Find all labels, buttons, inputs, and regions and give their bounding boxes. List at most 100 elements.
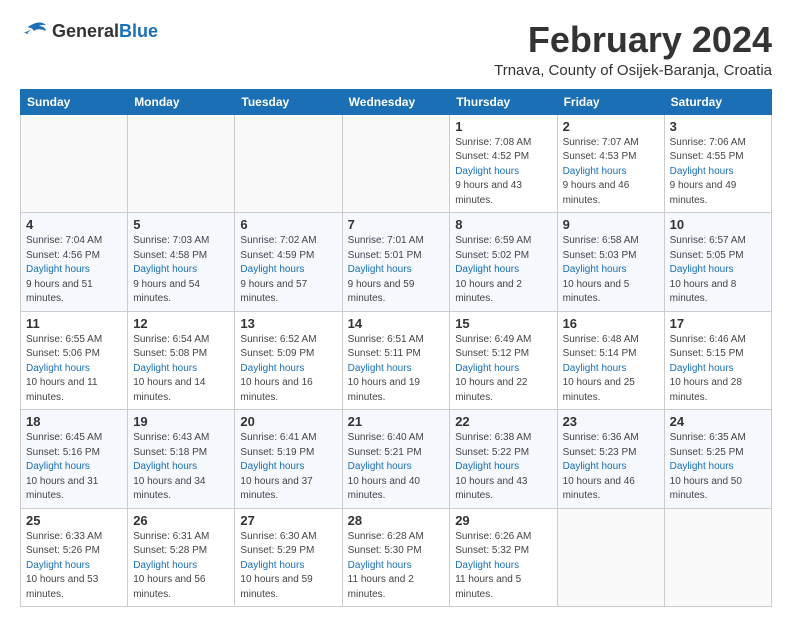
calendar-cell: 2 Sunrise: 7:07 AMSunset: 4:53 PMDaylight… (557, 114, 664, 213)
day-number: 10 (670, 217, 766, 232)
calendar-cell (342, 114, 450, 213)
logo-text: GeneralBlue (52, 21, 158, 42)
day-info: Sunrise: 6:38 AMSunset: 5:22 PMDaylight … (455, 431, 551, 504)
day-number: 16 (563, 316, 659, 331)
logo-bird-icon (20, 20, 48, 42)
day-number: 29 (455, 513, 551, 528)
calendar-cell: 11 Sunrise: 6:55 AMSunset: 5:06 PMDayligh… (21, 311, 128, 410)
day-number: 1 (455, 119, 551, 134)
day-number: 20 (240, 414, 336, 429)
day-number: 5 (133, 217, 229, 232)
day-info: Sunrise: 6:40 AMSunset: 5:21 PMDaylight … (348, 431, 445, 504)
day-info: Sunrise: 6:35 AMSunset: 5:25 PMDaylight … (670, 431, 766, 504)
day-number: 6 (240, 217, 336, 232)
day-info: Sunrise: 6:49 AMSunset: 5:12 PMDaylight … (455, 333, 551, 406)
daylight-label: Daylight hours (240, 264, 304, 275)
daylight-label: Daylight hours (240, 560, 304, 571)
day-info: Sunrise: 6:28 AMSunset: 5:30 PMDaylight … (348, 530, 445, 603)
daylight-label: Daylight hours (455, 461, 519, 472)
calendar-cell: 8Sunrise: 6:59 AMSunset: 5:02 PMDaylight… (450, 213, 557, 312)
calendar-cell (21, 114, 128, 213)
calendar-cell: 19 Sunrise: 6:43 AMSunset: 5:18 PMDayligh… (128, 410, 235, 509)
weekday-header-friday: Friday (557, 89, 664, 114)
daylight-label: Daylight hours (240, 461, 304, 472)
calendar-week-row: 11 Sunrise: 6:55 AMSunset: 5:06 PMDayligh… (21, 311, 772, 410)
day-number: 13 (240, 316, 336, 331)
calendar-cell: 17 Sunrise: 6:46 AMSunset: 5:15 PMDayligh… (664, 311, 771, 410)
daylight-label: Daylight hours (455, 264, 519, 275)
day-info: Sunrise: 6:55 AMSunset: 5:06 PMDaylight … (26, 333, 122, 406)
day-info: Sunrise: 6:52 AMSunset: 5:09 PMDaylight … (240, 333, 336, 406)
day-info: Sunrise: 6:46 AMSunset: 5:15 PMDaylight … (670, 333, 766, 406)
title-block: February 2024 Trnava, County of Osijek-B… (494, 20, 772, 79)
calendar-week-row: 1 Sunrise: 7:08 AMSunset: 4:52 PMDaylight… (21, 114, 772, 213)
daylight-label: Daylight hours (563, 363, 627, 374)
day-info: Sunrise: 6:26 AMSunset: 5:32 PMDaylight … (455, 530, 551, 603)
daylight-label: Daylight hours (133, 560, 197, 571)
day-info: Sunrise: 6:45 AMSunset: 5:16 PMDaylight … (26, 431, 122, 504)
daylight-label: Daylight hours (348, 264, 412, 275)
daylight-label: Daylight hours (670, 166, 734, 177)
day-number: 2 (563, 119, 659, 134)
calendar-cell: 22Sunrise: 6:38 AMSunset: 5:22 PMDayligh… (450, 410, 557, 509)
day-info: Sunrise: 6:54 AMSunset: 5:08 PMDaylight … (133, 333, 229, 406)
day-info: Sunrise: 6:51 AMSunset: 5:11 PMDaylight … (348, 333, 445, 406)
calendar-cell: 20 Sunrise: 6:41 AMSunset: 5:19 PMDayligh… (235, 410, 342, 509)
day-info: Sunrise: 6:36 AMSunset: 5:23 PMDaylight … (563, 431, 659, 504)
calendar-cell (664, 508, 771, 607)
day-info: Sunrise: 6:31 AMSunset: 5:28 PMDaylight … (133, 530, 229, 603)
calendar-cell (128, 114, 235, 213)
day-info: Sunrise: 7:08 AMSunset: 4:52 PMDaylight … (455, 136, 551, 209)
daylight-label: Daylight hours (26, 560, 90, 571)
day-info: Sunrise: 6:58 AMSunset: 5:03 PMDaylight … (563, 234, 659, 307)
day-number: 11 (26, 316, 122, 331)
daylight-label: Daylight hours (670, 264, 734, 275)
daylight-label: Daylight hours (26, 363, 90, 374)
day-info: Sunrise: 7:03 AMSunset: 4:58 PMDaylight … (133, 234, 229, 307)
day-number: 7 (348, 217, 445, 232)
day-number: 25 (26, 513, 122, 528)
day-number: 17 (670, 316, 766, 331)
day-number: 23 (563, 414, 659, 429)
day-info: Sunrise: 6:41 AMSunset: 5:19 PMDaylight … (240, 431, 336, 504)
day-number: 8 (455, 217, 551, 232)
day-number: 27 (240, 513, 336, 528)
daylight-label: Daylight hours (26, 461, 90, 472)
calendar-cell: 5 Sunrise: 7:03 AMSunset: 4:58 PMDaylight… (128, 213, 235, 312)
calendar-cell: 18 Sunrise: 6:45 AMSunset: 5:16 PMDayligh… (21, 410, 128, 509)
weekday-header-thursday: Thursday (450, 89, 557, 114)
calendar-cell: 15 Sunrise: 6:49 AMSunset: 5:12 PMDayligh… (450, 311, 557, 410)
weekday-header-wednesday: Wednesday (342, 89, 450, 114)
day-info: Sunrise: 6:33 AMSunset: 5:26 PMDaylight … (26, 530, 122, 603)
logo: GeneralBlue (20, 20, 158, 42)
day-number: 24 (670, 414, 766, 429)
day-number: 3 (670, 119, 766, 134)
daylight-label: Daylight hours (348, 560, 412, 571)
day-info: Sunrise: 7:06 AMSunset: 4:55 PMDaylight … (670, 136, 766, 209)
logo-general: General (52, 21, 119, 41)
day-info: Sunrise: 7:07 AMSunset: 4:53 PMDaylight … (563, 136, 659, 209)
day-number: 21 (348, 414, 445, 429)
day-number: 12 (133, 316, 229, 331)
calendar-cell: 14 Sunrise: 6:51 AMSunset: 5:11 PMDayligh… (342, 311, 450, 410)
day-number: 15 (455, 316, 551, 331)
calendar-cell: 25 Sunrise: 6:33 AMSunset: 5:26 PMDayligh… (21, 508, 128, 607)
calendar-cell: 13 Sunrise: 6:52 AMSunset: 5:09 PMDayligh… (235, 311, 342, 410)
weekday-header-saturday: Saturday (664, 89, 771, 114)
calendar-cell: 29 Sunrise: 6:26 AMSunset: 5:32 PMDayligh… (450, 508, 557, 607)
daylight-label: Daylight hours (563, 461, 627, 472)
daylight-label: Daylight hours (455, 560, 519, 571)
day-number: 19 (133, 414, 229, 429)
day-info: Sunrise: 7:04 AMSunset: 4:56 PMDaylight … (26, 234, 122, 307)
daylight-label: Daylight hours (26, 264, 90, 275)
page-header: GeneralBlue February 2024 Trnava, County… (20, 20, 772, 79)
day-info: Sunrise: 6:43 AMSunset: 5:18 PMDaylight … (133, 431, 229, 504)
day-number: 14 (348, 316, 445, 331)
daylight-label: Daylight hours (348, 363, 412, 374)
calendar-cell: 27Sunrise: 6:30 AMSunset: 5:29 PMDayligh… (235, 508, 342, 607)
day-number: 18 (26, 414, 122, 429)
calendar-cell: 10Sunrise: 6:57 AMSunset: 5:05 PMDayligh… (664, 213, 771, 312)
calendar-cell: 6Sunrise: 7:02 AMSunset: 4:59 PMDaylight… (235, 213, 342, 312)
calendar-week-row: 18 Sunrise: 6:45 AMSunset: 5:16 PMDayligh… (21, 410, 772, 509)
calendar-cell: 9Sunrise: 6:58 AMSunset: 5:03 PMDaylight… (557, 213, 664, 312)
